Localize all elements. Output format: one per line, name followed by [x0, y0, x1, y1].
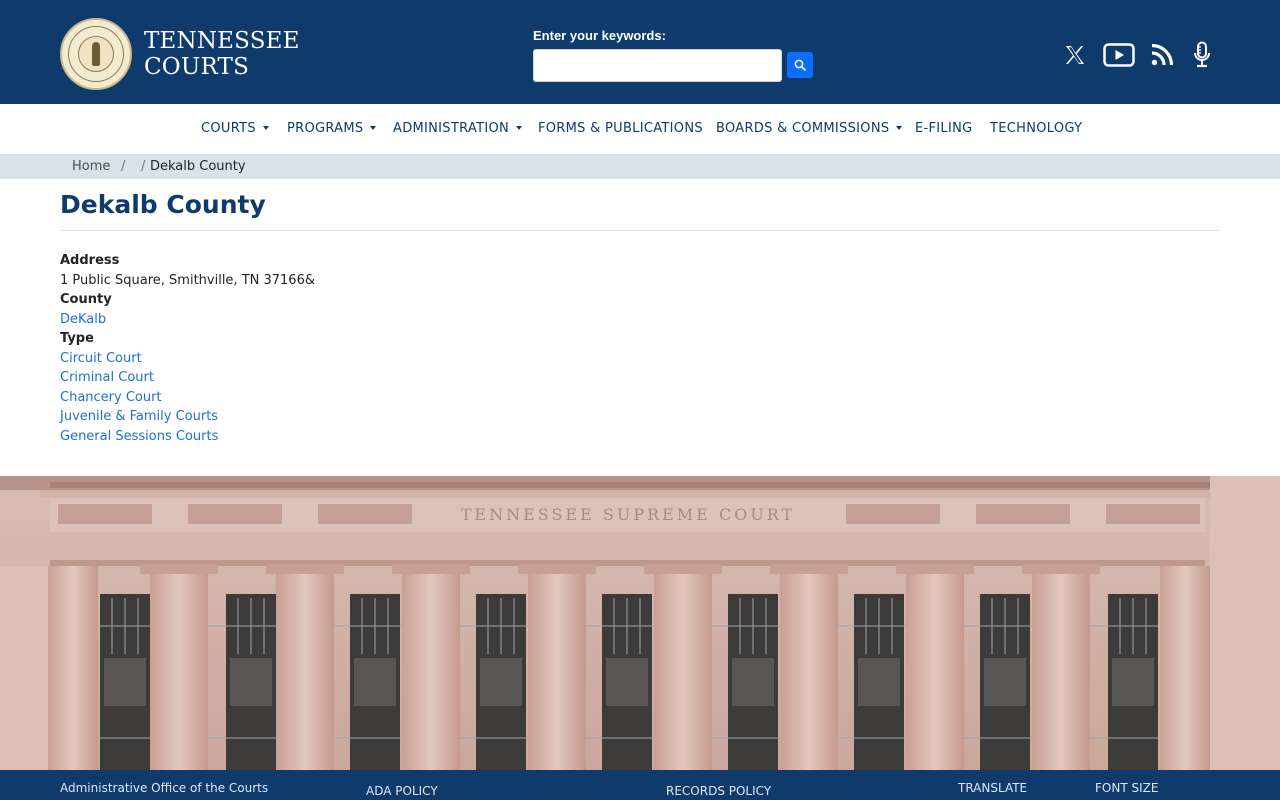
site-brand[interactable]: TENNESSEE COURTS — [144, 28, 300, 80]
search-label: Enter your keywords: — [533, 28, 666, 43]
page-title: Dekalb County — [60, 190, 266, 219]
nav-label-courts: COURTS — [201, 121, 256, 136]
site-header: TENNESSEE COURTS Enter your keywords: — [0, 0, 1280, 104]
nav-label-technology: TECHNOLOGY — [990, 121, 1083, 136]
nav-label-boards-commissions: BOARDS & COMMISSIONS — [716, 121, 890, 136]
footer-translate-heading: TRANSLATE — [958, 781, 1028, 795]
nav-label-forms-publications: FORMS & PUBLICATIONS — [538, 121, 703, 136]
type-link-juvenile-family-courts[interactable]: Juvenile & Family Courts — [60, 409, 218, 424]
caret-down-icon — [370, 125, 377, 130]
nav-item-forms-publications[interactable]: FORMS & PUBLICATIONS — [538, 121, 703, 136]
caret-down-icon — [262, 125, 269, 130]
nav-item-programs[interactable]: PROGRAMS — [287, 121, 377, 136]
breadcrumb-separator: / — [121, 159, 126, 174]
nav-item-e-filing[interactable]: E-FILING — [915, 121, 973, 136]
type-link-general-sessions-courts[interactable]: General Sessions Courts — [60, 429, 218, 444]
type-link-circuit-court[interactable]: Circuit Court — [60, 351, 142, 366]
breadcrumb-current: Dekalb County — [150, 159, 246, 174]
nav-item-courts[interactable]: COURTS — [201, 121, 269, 136]
building-inscription: TENNESSEE SUPREME COURT — [461, 505, 795, 524]
caret-down-icon — [516, 125, 523, 130]
type-link-criminal-court[interactable]: Criminal Court — [60, 370, 154, 385]
breadcrumb-separator: / — [141, 159, 146, 174]
county-label: County — [60, 292, 112, 307]
site-footer: Administrative Office of the Courts ADA … — [0, 770, 1280, 800]
nav-label-programs: PROGRAMS — [287, 121, 364, 136]
nav-item-boards-commissions[interactable]: BOARDS & COMMISSIONS — [716, 121, 903, 136]
x-twitter-link[interactable] — [1060, 40, 1090, 70]
tennessee-judiciary-seal-logo[interactable] — [60, 18, 132, 90]
search-button[interactable] — [787, 52, 813, 78]
podcast-microphone-icon — [1194, 41, 1210, 68]
search-input[interactable] — [533, 49, 782, 82]
rss-link[interactable] — [1147, 40, 1177, 70]
rss-icon — [1151, 43, 1174, 66]
type-label: Type — [60, 331, 94, 346]
footer-font-size-heading: FONT SIZE — [1095, 781, 1159, 795]
brand-line-2: COURTS — [144, 54, 250, 80]
nav-item-administration[interactable]: ADMINISTRATION — [393, 121, 523, 136]
address-value: 1 Public Square, Smithville, TN 37166& — [60, 273, 315, 288]
youtube-icon — [1103, 43, 1135, 67]
nav-label-administration: ADMINISTRATION — [393, 121, 510, 136]
search-icon — [794, 59, 806, 71]
podcast-link[interactable] — [1187, 40, 1217, 70]
supreme-court-building-photo: TENNESSEE SUPREME COURT — [0, 476, 1280, 770]
x-twitter-icon — [1066, 46, 1084, 64]
address-label: Address — [60, 253, 120, 268]
breadcrumb: Home / / Dekalb County — [0, 154, 1280, 179]
building-illustration: TENNESSEE SUPREME COURT — [0, 476, 1280, 770]
footer-records-policy-link[interactable]: RECORDS POLICY — [666, 784, 771, 798]
nav-item-technology[interactable]: TECHNOLOGY — [990, 121, 1082, 136]
window-panels — [104, 658, 1154, 706]
footer-aoc-link[interactable]: Administrative Office of the Courts — [60, 781, 268, 795]
main-navigation: COURTS PROGRAMS ADMINISTRATION FORMS & P… — [0, 104, 1280, 154]
dentil-molding — [50, 482, 1210, 488]
brand-line-1: TENNESSEE — [144, 28, 300, 54]
seal-figure — [92, 42, 100, 66]
breadcrumb-home-link[interactable]: Home — [72, 159, 110, 174]
type-link-chancery-court[interactable]: Chancery Court — [60, 390, 162, 405]
title-divider — [60, 230, 1220, 231]
county-link[interactable]: DeKalb — [60, 312, 106, 327]
caret-down-icon — [896, 125, 903, 130]
youtube-link[interactable] — [1102, 40, 1136, 70]
nav-label-e-filing: E-FILING — [915, 121, 973, 136]
footer-ada-policy-link[interactable]: ADA POLICY — [366, 784, 438, 798]
